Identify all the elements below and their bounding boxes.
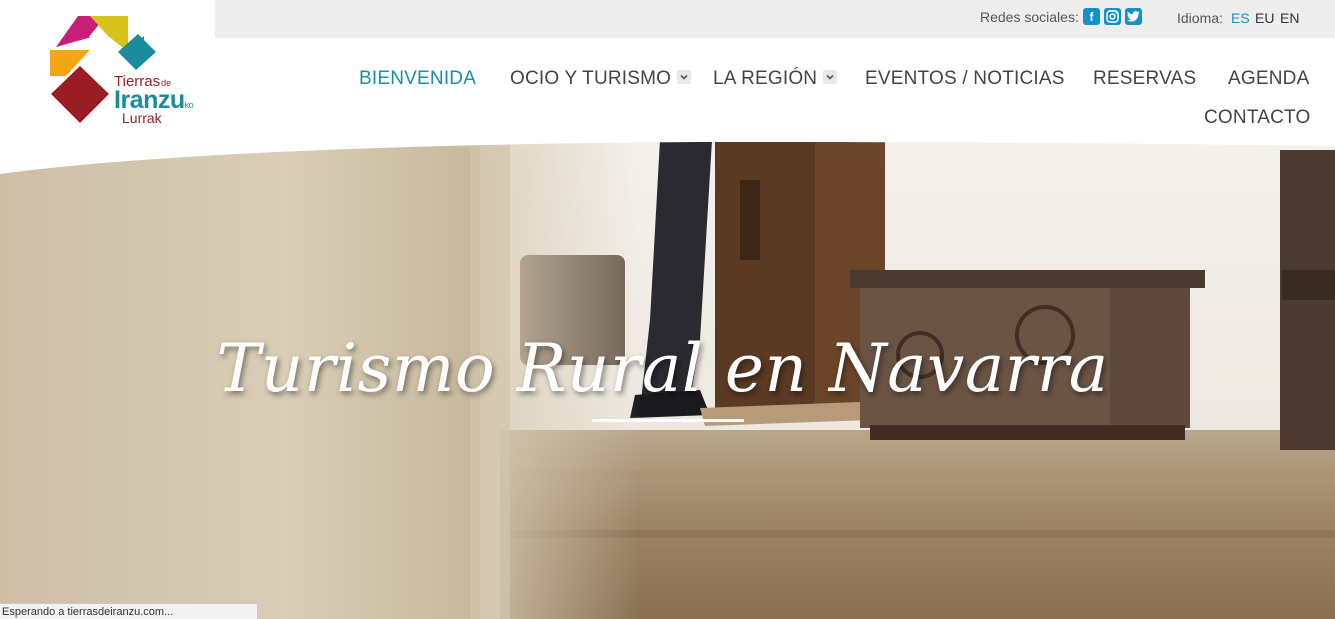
- browser-status-bar: Esperando a tierrasdeiranzu.com...: [0, 603, 258, 619]
- nav-ocio-y-turismo[interactable]: OCIO Y TURISMO: [510, 68, 692, 90]
- nav-la-region[interactable]: LA REGIÓN: [713, 68, 838, 90]
- hero-banner: Turismo Rural en Navarra: [0, 140, 1335, 619]
- header-wave: [0, 140, 1335, 174]
- nav-reservas[interactable]: RESERVAS: [1093, 68, 1196, 90]
- top-bar: [215, 0, 1335, 38]
- site-logo[interactable]: Tierrasde Iranzuko Lurrak: [48, 12, 218, 130]
- nav-agenda[interactable]: AGENDA: [1228, 68, 1309, 90]
- facebook-icon[interactable]: f: [1083, 8, 1100, 25]
- nav-bienvenida[interactable]: BIENVENIDA: [359, 68, 476, 90]
- nav-label: EVENTOS / NOTICIAS: [865, 68, 1065, 89]
- nav-label: BIENVENIDA: [359, 68, 477, 89]
- language-en[interactable]: EN: [1280, 10, 1299, 26]
- nav-label: RESERVAS: [1093, 68, 1197, 89]
- logo-text: Tierrasde Iranzuko Lurrak: [114, 74, 224, 125]
- chevron-down-icon[interactable]: [677, 69, 692, 84]
- social-label: Redes sociales:: [980, 9, 1079, 25]
- language-label: Idioma:: [1177, 10, 1223, 26]
- logo-line2-small: ko: [184, 100, 194, 110]
- twitter-icon[interactable]: [1125, 8, 1142, 25]
- language-es[interactable]: ES: [1231, 10, 1250, 26]
- nav-label: LA REGIÓN: [713, 68, 818, 89]
- nav-contacto[interactable]: CONTACTO: [1204, 107, 1310, 129]
- chevron-down-icon[interactable]: [823, 69, 838, 84]
- instagram-icon[interactable]: [1104, 8, 1121, 25]
- hero-underline: [592, 419, 744, 422]
- nav-label: CONTACTO: [1204, 107, 1311, 128]
- nav-label: OCIO Y TURISMO: [510, 68, 672, 89]
- hero-title: Turismo Rural en Navarra: [216, 330, 1109, 407]
- language-eu[interactable]: EU: [1255, 10, 1274, 26]
- nav-eventos-noticias[interactable]: EVENTOS / NOTICIAS: [865, 68, 1065, 90]
- nav-label: AGENDA: [1228, 68, 1310, 89]
